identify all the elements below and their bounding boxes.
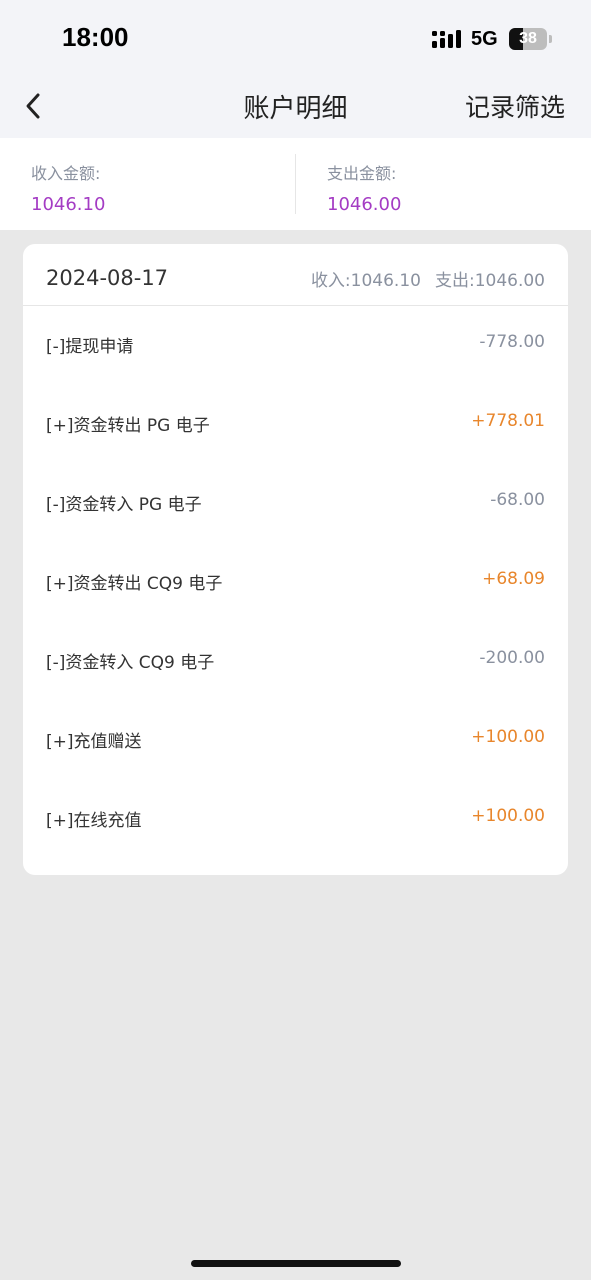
list-item[interactable]: [+]在线充值 +100.00 [23, 780, 568, 859]
home-indicator[interactable] [191, 1260, 401, 1267]
income-value: 1046.10 [31, 194, 106, 215]
list-item[interactable]: [+]资金转出 PG 电子 +778.01 [23, 385, 568, 464]
record-amount: +68.09 [482, 569, 545, 589]
navigation-bar: 账户明细 记录筛选 [0, 76, 591, 138]
record-label: [-]资金转入 PG 电子 [46, 495, 202, 515]
network-type: 5G [471, 28, 498, 50]
summary-divider [295, 154, 296, 214]
record-label: [+]资金转出 PG 电子 [46, 416, 210, 436]
summary-panel: 收入金额: 1046.10 支出金额: 1046.00 [0, 138, 591, 230]
record-filter-button[interactable]: 记录筛选 [465, 88, 565, 124]
status-bar: 18:00 5G 38 [0, 0, 591, 76]
list-item[interactable]: [-]资金转入 CQ9 电子 -200.00 [23, 622, 568, 701]
list-item[interactable]: [+]资金转出 CQ9 电子 +68.09 [23, 543, 568, 622]
record-amount: +778.01 [471, 411, 545, 431]
list-item[interactable]: [+]充值赠送 +100.00 [23, 701, 568, 780]
battery-percentage: 38 [519, 30, 537, 47]
record-label: [+]在线充值 [46, 811, 142, 831]
group-expense-total: 支出:1046.00 [434, 271, 545, 291]
record-label: [+]资金转出 CQ9 电子 [46, 574, 223, 594]
battery-icon: 38 [509, 28, 547, 50]
list-item[interactable]: [-]提现申请 -778.00 [23, 306, 568, 385]
record-amount: -200.00 [479, 648, 545, 668]
group-date: 2024-08-17 [46, 266, 169, 290]
signal-icon [432, 30, 462, 52]
income-label: 收入金额: [31, 164, 101, 183]
group-income-total: 收入:1046.10 [310, 271, 421, 291]
record-label: [+]充值赠送 [46, 732, 142, 752]
record-label: [-]资金转入 CQ9 电子 [46, 653, 215, 673]
group-totals: 收入:1046.10 支出:1046.00 [311, 266, 545, 291]
record-amount: -778.00 [479, 332, 545, 352]
record-amount: -68.00 [490, 490, 545, 510]
record-label: [-]提现申请 [46, 337, 134, 357]
list-item[interactable]: [-]资金转入 PG 电子 -68.00 [23, 464, 568, 543]
battery-tip [549, 35, 552, 43]
transaction-card: 2024-08-17 收入:1046.10 支出:1046.00 [-]提现申请 … [23, 244, 568, 875]
card-header: 2024-08-17 收入:1046.10 支出:1046.00 [23, 244, 568, 306]
expense-label: 支出金额: [327, 164, 397, 183]
record-amount: +100.00 [471, 727, 545, 747]
status-time: 18:00 [62, 22, 129, 52]
expense-value: 1046.00 [327, 194, 402, 215]
record-amount: +100.00 [471, 806, 545, 826]
